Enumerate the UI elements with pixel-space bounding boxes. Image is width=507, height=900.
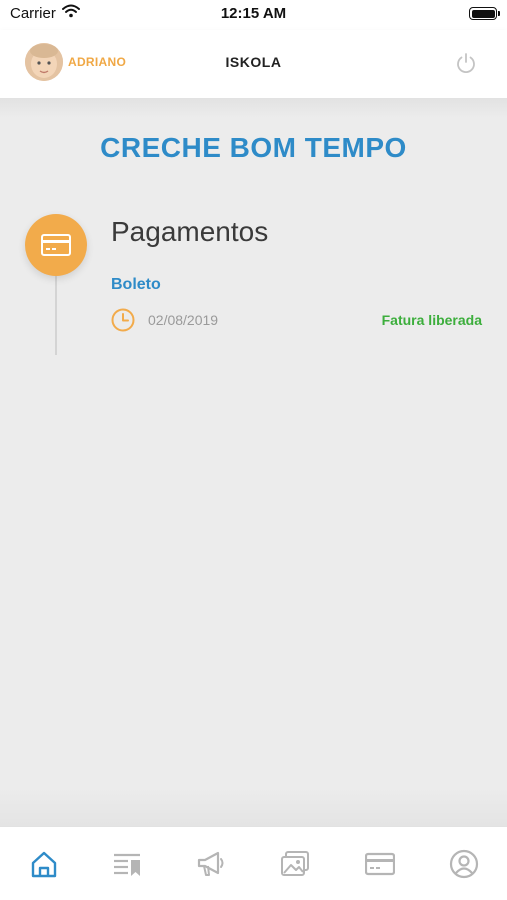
power-icon[interactable] [455, 52, 477, 74]
status-bar: Carrier 12:15 AM [0, 0, 507, 30]
profile-icon [449, 849, 479, 879]
list-bookmark-icon [114, 853, 140, 876]
megaphone-icon [197, 851, 224, 876]
app-title: ISKOLA [225, 54, 282, 70]
credit-card-icon [365, 852, 395, 876]
app-header: ADRIANO ISKOLA [0, 30, 507, 98]
section-title: Pagamentos [111, 216, 269, 247]
tab-payments[interactable] [365, 849, 395, 879]
payment-status-badge: Fatura liberada [381, 312, 482, 328]
home-icon [31, 851, 57, 878]
payment-item-title[interactable]: Boleto [111, 276, 161, 294]
photos-icon [281, 851, 309, 876]
payment-item-date: 02/08/2019 [148, 312, 219, 328]
battery-icon [469, 7, 500, 20]
tab-activities[interactable] [112, 849, 142, 879]
clock-time: 12:15 AM [220, 5, 287, 22]
credit-card-icon [41, 234, 71, 256]
tab-photos[interactable] [280, 849, 310, 879]
tab-profile[interactable] [449, 849, 479, 879]
school-name: CRECHE BOM TEMPO [100, 132, 407, 163]
tab-bar [0, 826, 507, 900]
tab-home[interactable] [29, 849, 59, 879]
clock-icon [111, 308, 135, 332]
main-content: CRECHE BOM TEMPO Pagamentos Boleto 02/08… [0, 98, 507, 826]
tab-announcements[interactable] [196, 849, 226, 879]
payments-badge [25, 214, 87, 276]
